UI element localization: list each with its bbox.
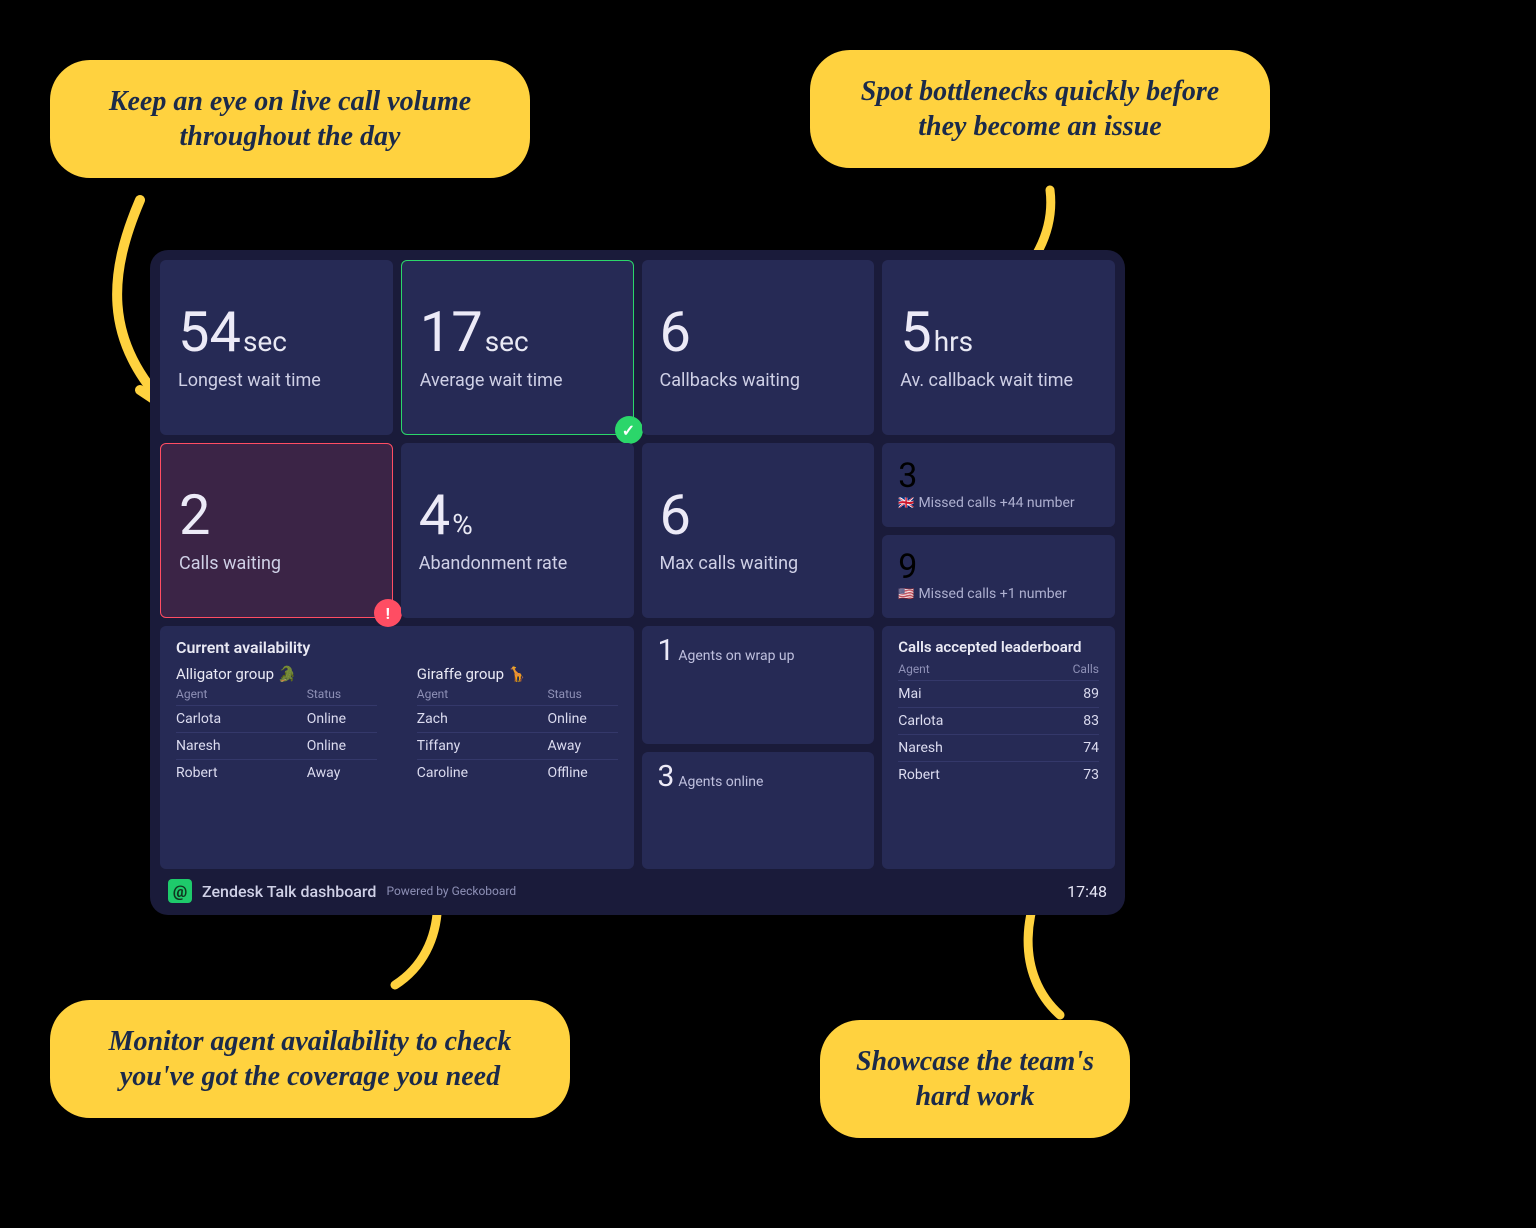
table-row: CarlotaOnline [176,705,377,732]
agents-mini-stats: 1 Agents on wrap up 3 Agents online [642,626,875,869]
stat-value: 1 [658,633,675,668]
leaderboard-title: Calls accepted leaderboard [898,638,1099,656]
stat-label: 🇺🇸Missed calls +1 number [898,586,1099,602]
stat-value: 3 [898,459,1099,493]
callout-availability: Monitor agent availability to check you'… [50,1000,570,1118]
callout-leaderboard: Showcase the team's hard work [820,1020,1130,1138]
dashboard-footer: @ Zendesk Talk dashboard Powered by Geck… [160,869,1115,905]
stat-label: Calls waiting [179,553,374,574]
dashboard: 54sec Longest wait time 17sec Average wa… [150,250,1125,915]
stat-label: Agents online [678,774,763,790]
callout-live-volume: Keep an eye on live call volume througho… [50,60,530,178]
stat-value: 6 [660,482,691,548]
stat-label: 🇬🇧Missed calls +44 number [898,495,1099,511]
col-status: Status [307,687,377,701]
stat-missed-uk: 3 🇬🇧Missed calls +44 number [882,443,1115,527]
flag-uk-icon: 🇬🇧 [898,496,914,511]
stat-missed-us: 9 🇺🇸Missed calls +1 number [882,535,1115,619]
group-name: Alligator group [176,665,274,683]
stat-value: 2 [179,482,210,548]
leaderboard-panel: Calls accepted leaderboard AgentCalls Ma… [882,626,1115,869]
stat-label: Longest wait time [178,370,375,391]
stat-value: 6 [660,299,691,365]
table-row: CarolineOffline [417,759,618,786]
stat-unit: sec [243,325,287,358]
dashboard-title: Zendesk Talk dashboard [202,882,376,901]
stat-value: 54 [178,299,241,365]
table-row: ZachOnline [417,705,618,732]
stat-agents-wrapup: 1 Agents on wrap up [642,626,875,744]
callout-bottlenecks: Spot bottlenecks quickly before they bec… [810,50,1270,168]
giraffe-icon: 🦒 [508,665,527,683]
alligator-icon: 🐊 [278,665,297,683]
table-row: TiffanyAway [417,732,618,759]
stat-label: Abandonment rate [419,553,616,574]
flag-us-icon: 🇺🇸 [898,587,914,602]
stat-value: 5 [900,299,931,365]
table-row: RobertAway [176,759,377,786]
availability-group-giraffe: Giraffe group 🦒 AgentStatus ZachOnline T… [417,665,618,786]
table-row: Naresh74 [898,734,1099,761]
stat-longest-wait: 54sec Longest wait time [160,260,393,435]
stat-label: Max calls waiting [660,553,857,574]
stat-calls-waiting: 2 Calls waiting ! [160,443,393,618]
stat-unit: sec [485,325,529,358]
stat-unit: % [452,508,473,541]
stat-label: Agents on wrap up [678,648,794,664]
alert-icon: ! [374,599,402,627]
stat-missed-calls-split: 3 🇬🇧Missed calls +44 number 9 🇺🇸Missed c… [882,443,1115,618]
stat-label: Callbacks waiting [660,370,857,391]
stat-value: 9 [898,550,1099,584]
stat-value: 3 [658,759,675,794]
stat-value: 4 [419,482,450,548]
stat-callbacks-waiting: 6 Callbacks waiting [642,260,875,435]
stat-avg-callback-wait: 5hrs Av. callback wait time [882,260,1115,435]
col-agent: Agent [898,662,1072,676]
col-status: Status [548,687,618,701]
group-name: Giraffe group [417,665,504,683]
stat-label: Average wait time [420,370,615,391]
clock: 17:48 [1067,882,1107,901]
col-agent: Agent [417,687,548,701]
powered-by: Powered by Geckoboard [386,884,516,898]
stat-unit: hrs [934,325,973,358]
table-row: Robert73 [898,761,1099,788]
stat-label: Av. callback wait time [900,370,1097,391]
availability-panel: Current availability Alligator group 🐊 A… [160,626,634,869]
availability-title: Current availability [176,638,618,657]
stat-average-wait: 17sec Average wait time ✓ [401,260,634,435]
stat-max-calls-waiting: 6 Max calls waiting [642,443,875,618]
geckoboard-logo-icon: @ [168,879,192,903]
table-row: Mai89 [898,680,1099,707]
stat-abandonment-rate: 4% Abandonment rate [401,443,634,618]
col-calls: Calls [1073,662,1099,676]
table-row: Carlota83 [898,707,1099,734]
availability-group-alligator: Alligator group 🐊 AgentStatus CarlotaOnl… [176,665,377,786]
stat-value: 17 [420,299,483,365]
stat-agents-online: 3 Agents online [642,752,875,870]
check-icon: ✓ [615,416,643,444]
table-row: NareshOnline [176,732,377,759]
col-agent: Agent [176,687,307,701]
